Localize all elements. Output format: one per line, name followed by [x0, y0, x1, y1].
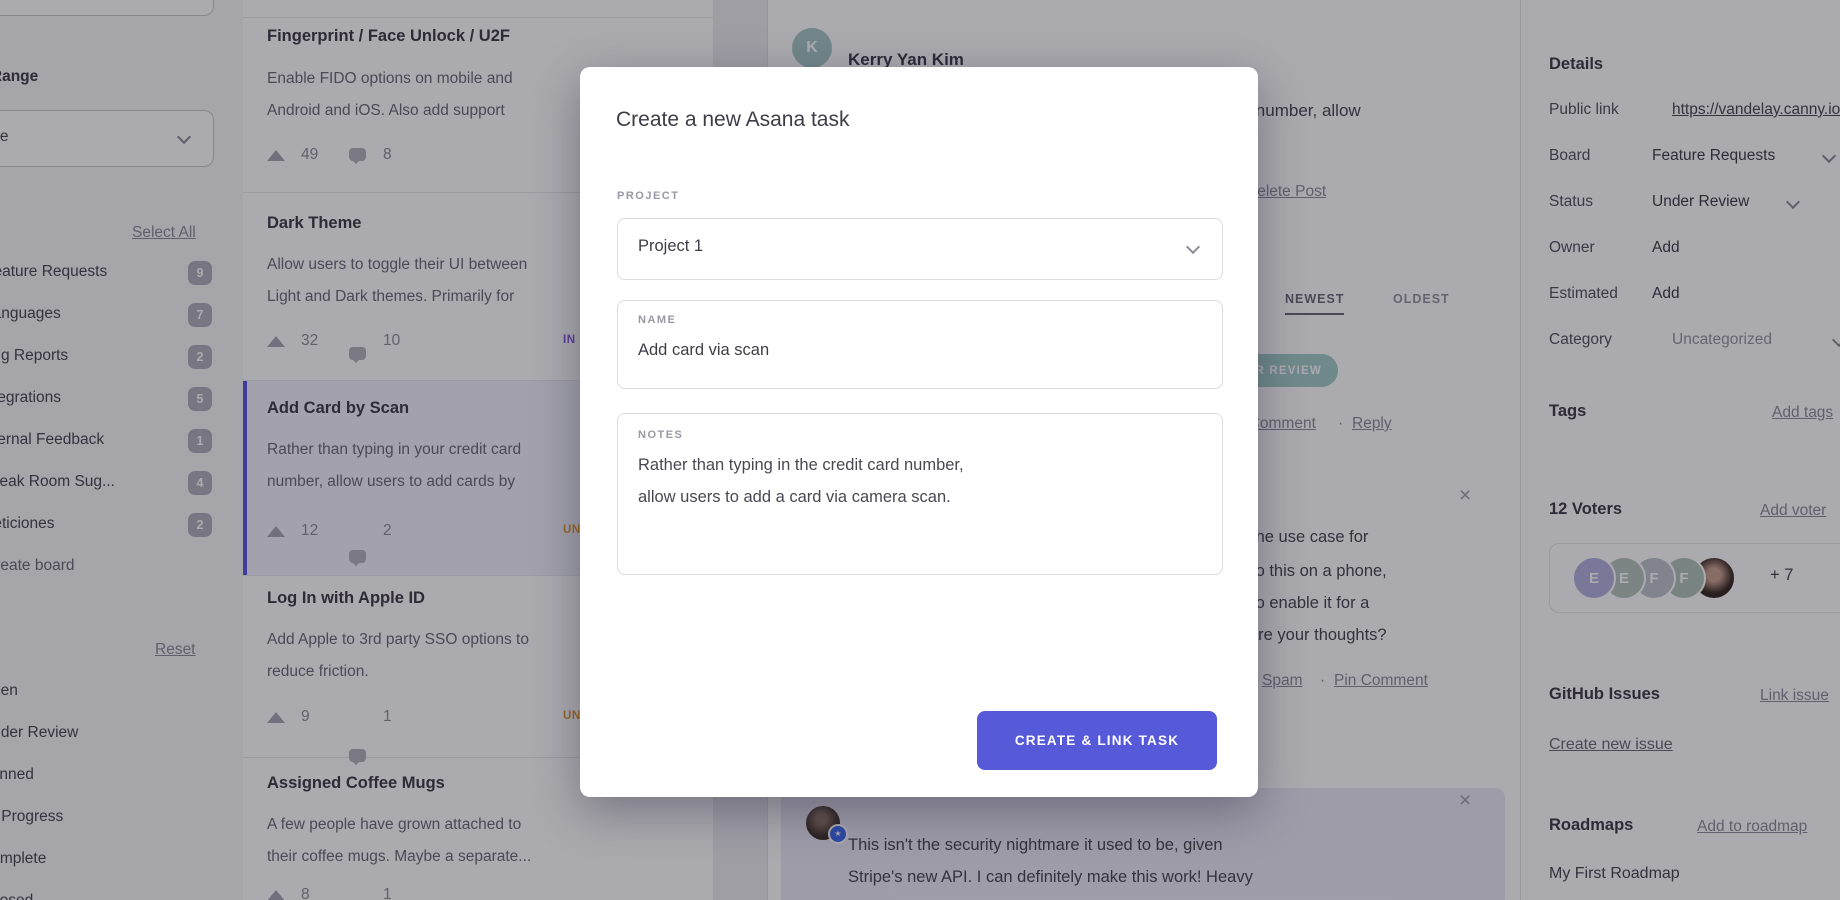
notes-label: NOTES: [638, 429, 683, 441]
create-link-task-button[interactable]: CREATE & LINK TASK: [977, 711, 1217, 770]
create-asana-task-modal: Create a new Asana task PROJECT Project …: [580, 67, 1258, 797]
task-notes-field[interactable]: NOTES Rather than typing in the credit c…: [617, 413, 1223, 575]
app-root: Date Range me Select All Feature Request…: [0, 0, 1840, 900]
task-name-value: Add card via scan: [638, 341, 769, 360]
notes-line: Rather than typing in the credit card nu…: [638, 456, 964, 475]
project-select[interactable]: Project 1: [617, 218, 1223, 280]
modal-title: Create a new Asana task: [616, 108, 849, 132]
task-name-field[interactable]: NAME Add card via scan: [617, 300, 1223, 389]
chevron-down-icon: [1186, 240, 1200, 254]
project-label: PROJECT: [617, 190, 679, 202]
notes-line: allow users to add a card via camera sca…: [638, 488, 951, 507]
name-label: NAME: [638, 314, 676, 326]
